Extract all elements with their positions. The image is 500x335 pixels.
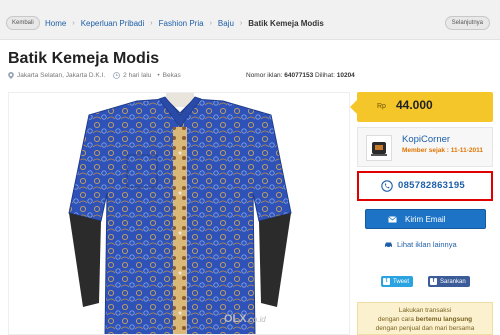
- phone-number[interactable]: 085782863195: [398, 180, 465, 191]
- next-button[interactable]: Selanjutnya: [444, 16, 490, 30]
- listing-location: Jakarta Selatan, Jakarta D.K.I.: [17, 72, 106, 79]
- product-photo[interactable]: [8, 92, 350, 335]
- chevron-right-icon: ›: [150, 19, 153, 27]
- car-icon: [385, 242, 392, 248]
- page-title: Batik Kemeja Modis: [8, 50, 160, 67]
- bullet-icon: •: [157, 72, 160, 79]
- facebook-share-button[interactable]: f Sarankan: [428, 276, 470, 287]
- back-button[interactable]: Kembali: [6, 16, 40, 30]
- breadcrumb: Home › Keperluan Pribadi › Fashion Pria …: [45, 16, 324, 30]
- twitter-icon: t: [383, 278, 390, 285]
- tip-line-3: dengan penjual dan mari bersama: [375, 325, 475, 332]
- breadcrumb-home[interactable]: Home: [45, 19, 66, 28]
- tip-line-1: Lakukan transaksi: [398, 307, 452, 314]
- listing-stats: Nomor iklan: 64077153 Dilihat: 10204: [246, 72, 355, 79]
- views-label: Dilihat:: [315, 72, 335, 79]
- seller-avatar[interactable]: [366, 135, 392, 161]
- seller-card: KopiCorner Member sejak : 11-11-2011: [357, 127, 493, 167]
- send-email-button[interactable]: Kirim Email: [365, 209, 486, 229]
- facebook-icon: f: [430, 278, 437, 285]
- ad-number-label: Nomor iklan:: [246, 72, 283, 79]
- seller-name[interactable]: KopiCorner: [402, 134, 450, 145]
- breadcrumb-current: Batik Kemeja Modis: [248, 18, 324, 28]
- coffee-machine-icon: [371, 142, 387, 156]
- views-count: 10204: [336, 72, 355, 79]
- chevron-right-icon: ›: [72, 19, 75, 27]
- tip-line-2: dengan cara bertemu langsung: [377, 316, 473, 323]
- member-since: Member sejak : 11-11-2011: [402, 147, 483, 154]
- more-ads-label: Lihat iklan lainnya: [397, 240, 457, 249]
- breadcrumb-baju[interactable]: Baju: [218, 19, 234, 28]
- breadcrumb-keperluan-pribadi[interactable]: Keperluan Pribadi: [81, 19, 145, 28]
- shirt-image: [68, 93, 292, 334]
- chevron-right-icon: ›: [209, 19, 212, 27]
- location-pin-icon: [8, 72, 14, 79]
- tweet-button[interactable]: t Tweet: [381, 276, 414, 287]
- listing-posted: 2 hari lalu: [123, 72, 152, 79]
- price-tag-arrow: [350, 100, 357, 114]
- olx-watermark: OLX.co.id: [224, 313, 266, 325]
- clock-icon: [113, 72, 121, 79]
- breadcrumb-fashion-pria[interactable]: Fashion Pria: [159, 19, 204, 28]
- listing-condition: Bekas: [162, 72, 181, 79]
- send-email-label: Kirim Email: [405, 214, 446, 224]
- ad-number: 64077153: [284, 72, 314, 79]
- listing-meta: Jakarta Selatan, Jakarta D.K.I. 2 hari l…: [8, 72, 181, 79]
- price-currency: Rp: [377, 103, 386, 110]
- more-ads-link[interactable]: Lihat iklan lainnya: [384, 240, 457, 249]
- price-tag: Rp 44.000: [350, 92, 493, 122]
- phone-box[interactable]: 085782863195: [357, 171, 493, 201]
- share-label: Sarankan: [440, 278, 466, 285]
- tweet-label: Tweet: [393, 278, 410, 285]
- envelope-icon: [388, 215, 397, 222]
- breadcrumb-bar: Kembali Home › Keperluan Pribadi › Fashi…: [0, 0, 500, 40]
- price-value: 44.000: [396, 98, 433, 112]
- phone-icon: [381, 180, 393, 192]
- chevron-right-icon: ›: [239, 19, 243, 27]
- safety-tip: Lakukan transaksi dengan cara bertemu la…: [357, 302, 493, 335]
